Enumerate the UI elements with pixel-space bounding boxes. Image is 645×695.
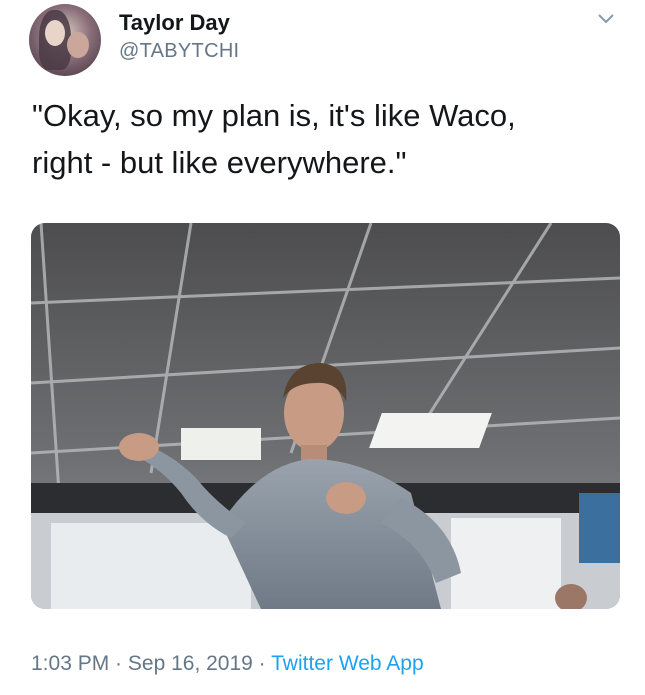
- tweet-timestamp: 1:03 PM · Sep 16, 2019 · Twitter Web App: [31, 652, 424, 676]
- tweet-text: "Okay, so my plan is, it's like Waco, ri…: [32, 92, 622, 186]
- photo-image: [31, 223, 620, 609]
- author-name[interactable]: Taylor Day: [119, 10, 230, 36]
- tweet-photo[interactable]: [31, 223, 620, 609]
- separator: ·: [109, 652, 128, 675]
- tweet-date[interactable]: Sep 16, 2019: [128, 652, 253, 675]
- tweet-card: Taylor Day @TABYTCHI "Okay, so my plan i…: [0, 0, 645, 695]
- author-handle[interactable]: @TABYTCHI: [119, 40, 239, 63]
- separator: ·: [252, 652, 272, 675]
- tweet-text-line: "Okay, so my plan is, it's like Waco,: [32, 98, 516, 133]
- avatar[interactable]: [29, 4, 101, 76]
- tweet-time[interactable]: 1:03 PM: [31, 652, 109, 675]
- chevron-down-icon[interactable]: [596, 9, 616, 29]
- tweet-text-line: right - but like everywhere.": [32, 145, 407, 180]
- tweet-source[interactable]: Twitter Web App: [271, 652, 424, 675]
